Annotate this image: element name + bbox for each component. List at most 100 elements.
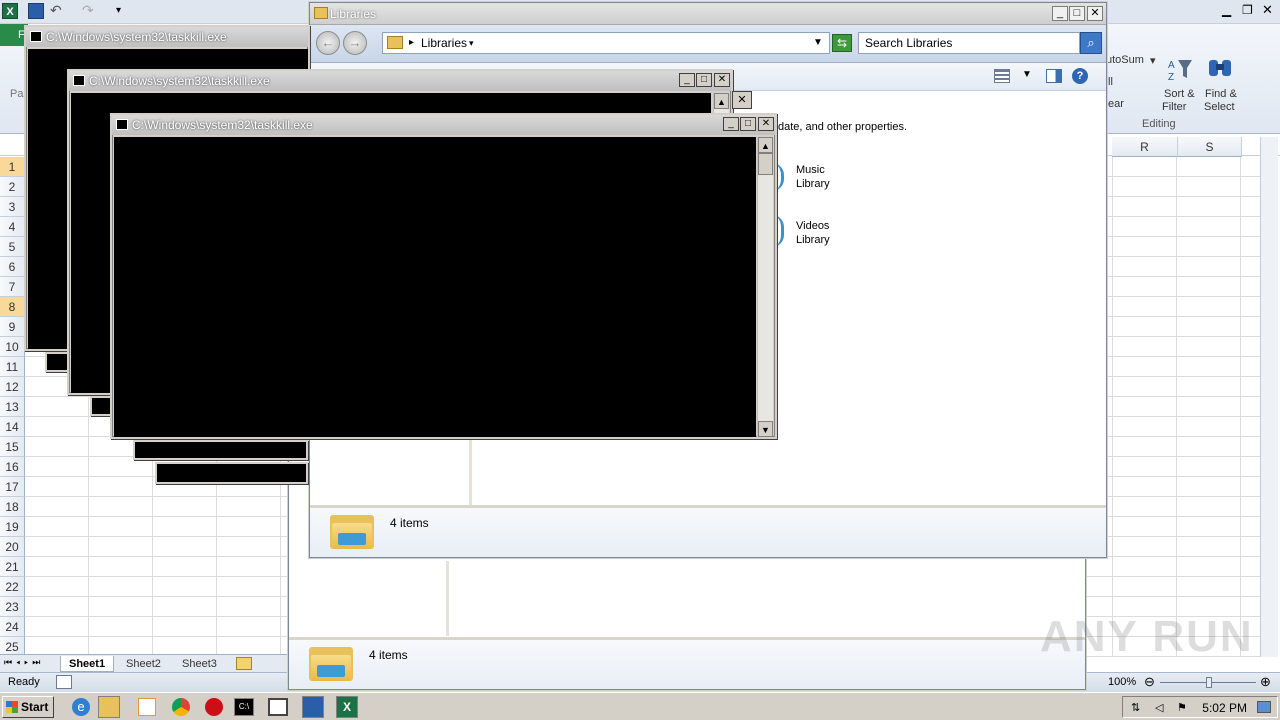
row-header[interactable]: 10	[0, 337, 25, 357]
address-bar[interactable]: ▸ Libraries ▾ ▼	[382, 32, 830, 54]
row-header[interactable]: 16	[0, 457, 25, 477]
navigation-pane[interactable]	[310, 437, 472, 505]
sort-filter-icon[interactable]: AZ	[1166, 54, 1194, 83]
row-header[interactable]: 2	[0, 177, 25, 197]
autosum-dropdown-icon[interactable]: ▾	[1150, 54, 1156, 67]
fill-button[interactable]: ll	[1108, 76, 1113, 88]
navigation-pane[interactable]	[289, 561, 449, 636]
zoom-in-icon[interactable]: ⊕	[1260, 674, 1271, 690]
sheet-tab-3[interactable]: Sheet3	[174, 656, 225, 672]
address-dropdown-icon[interactable]: ▼	[813, 33, 823, 53]
console-icon[interactable]	[30, 31, 42, 42]
save-taskbar-icon[interactable]	[302, 696, 324, 718]
minimize-button[interactable]: _	[723, 117, 739, 131]
row-header[interactable]: 24	[0, 617, 25, 637]
minimize-icon[interactable]: ▁	[1222, 3, 1238, 19]
sheet-nav-icons[interactable]: ⏮◂▸⏭	[4, 657, 44, 668]
chrome-icon[interactable]	[172, 698, 190, 716]
clear-button[interactable]: ear	[1108, 98, 1124, 110]
vertical-scrollbar[interactable]	[1260, 137, 1278, 657]
row-header[interactable]: 12	[0, 377, 25, 397]
internet-explorer-icon[interactable]: e	[72, 698, 90, 716]
row-header[interactable]: 18	[0, 497, 25, 517]
scroll-up-icon[interactable]: ▲	[758, 137, 773, 153]
console-title-bar[interactable]: C:\Windows\system32\taskkill.exe _ □ ✕	[112, 115, 775, 135]
minimize-button[interactable]: _	[679, 73, 695, 87]
row-header[interactable]: 14	[0, 417, 25, 437]
row-header[interactable]: 21	[0, 557, 25, 577]
search-icon[interactable]: ⌕	[1080, 32, 1102, 54]
forward-button[interactable]: →	[343, 31, 367, 55]
flag-icon[interactable]: ⚑	[1177, 701, 1187, 714]
sheet-tab-2[interactable]: Sheet2	[118, 656, 169, 672]
console-title-bar[interactable]: C:\Windows\system32\taskkill.exe	[26, 27, 308, 47]
preview-pane-icon[interactable]	[1046, 69, 1062, 83]
row-header[interactable]: 23	[0, 597, 25, 617]
close-icon[interactable]: ✕	[1262, 3, 1278, 19]
row-header[interactable]: 11	[0, 357, 25, 377]
row-header[interactable]: 3	[0, 197, 25, 217]
row-header[interactable]: 1	[0, 157, 25, 177]
row-header[interactable]: 15	[0, 437, 25, 457]
title-bar[interactable]: Libraries _ □ ✕	[310, 3, 1106, 25]
volume-icon[interactable]: ◁	[1155, 701, 1163, 714]
row-header[interactable]: 19	[0, 517, 25, 537]
row-header[interactable]: 13	[0, 397, 25, 417]
sheet-tab-1[interactable]: Sheet1	[60, 656, 115, 672]
find-select-icon[interactable]	[1206, 54, 1234, 82]
column-header-s[interactable]: S	[1178, 137, 1242, 157]
close-button[interactable]: ✕	[714, 73, 730, 87]
file-list[interactable]	[472, 437, 1106, 505]
scroll-down-icon[interactable]: ▼	[758, 421, 773, 437]
scroll-up-icon[interactable]: ▲	[714, 93, 729, 109]
macro-record-icon[interactable]	[56, 675, 72, 689]
row-header[interactable]: 22	[0, 577, 25, 597]
console-title-bar[interactable]: C:\Windows\system32\taskkill.exe _ □ ✕	[69, 71, 731, 91]
cmd-taskbar-icon[interactable]: C:\	[234, 698, 254, 716]
opera-icon[interactable]	[205, 698, 223, 716]
videos-library-item[interactable]: Videos Library	[796, 219, 830, 247]
clock[interactable]: 5:02 PM	[1202, 701, 1247, 715]
console-scrollbar[interactable]: ▲ ▼	[757, 137, 773, 437]
explorer-taskbar-icon[interactable]	[98, 696, 120, 718]
help-icon[interactable]: ?	[1072, 68, 1088, 84]
zoom-out-icon[interactable]: ⊖	[1144, 674, 1155, 690]
media-player-icon[interactable]	[138, 698, 156, 716]
music-library-item[interactable]: Music Library	[796, 163, 830, 191]
row-header[interactable]: 9	[0, 317, 25, 337]
insert-sheet-icon[interactable]	[236, 657, 252, 670]
console-icon[interactable]	[116, 119, 128, 130]
customize-qat-icon[interactable]: ▾	[116, 3, 132, 19]
row-header[interactable]: 8	[0, 297, 25, 317]
console-screen[interactable]	[114, 137, 756, 437]
column-header-r[interactable]: R	[1112, 137, 1178, 157]
close-button[interactable]: ✕	[1087, 6, 1103, 21]
back-button[interactable]: ←	[316, 31, 340, 55]
paste-label[interactable]: Pa	[10, 88, 23, 100]
show-desktop-icon[interactable]	[1257, 701, 1271, 713]
undo-icon[interactable]: ↶	[50, 3, 66, 19]
start-button[interactable]: Start	[2, 696, 54, 718]
find-select-label[interactable]: Find &	[1205, 88, 1237, 100]
find-select-label-2[interactable]: Select	[1204, 101, 1235, 113]
sort-filter-label-2[interactable]: Filter	[1162, 101, 1186, 113]
excel-taskbar-icon[interactable]: X	[336, 696, 358, 718]
sort-filter-label[interactable]: Sort &	[1164, 88, 1195, 100]
refresh-icon[interactable]: ⇆	[832, 34, 852, 52]
maximize-button[interactable]: □	[1069, 6, 1085, 21]
window-taskbar-icon[interactable]	[268, 698, 288, 716]
save-icon[interactable]	[28, 3, 44, 19]
scroll-thumb[interactable]	[758, 153, 773, 175]
restore-icon[interactable]: ❐	[1242, 3, 1258, 19]
zoom-level[interactable]: 100%	[1108, 676, 1136, 688]
console-icon[interactable]	[73, 75, 85, 86]
row-header[interactable]: 20	[0, 537, 25, 557]
maximize-button[interactable]: □	[740, 117, 756, 131]
breadcrumb-libraries[interactable]: Libraries	[421, 33, 467, 53]
close-button[interactable]: ✕	[732, 91, 752, 109]
search-input[interactable]: Search Libraries	[858, 32, 1080, 54]
view-dropdown-icon[interactable]: ▼	[1022, 69, 1032, 80]
breadcrumb-arrow-icon[interactable]: ▸	[409, 33, 414, 53]
row-header[interactable]: 17	[0, 477, 25, 497]
redo-icon[interactable]: ↷	[82, 3, 98, 19]
